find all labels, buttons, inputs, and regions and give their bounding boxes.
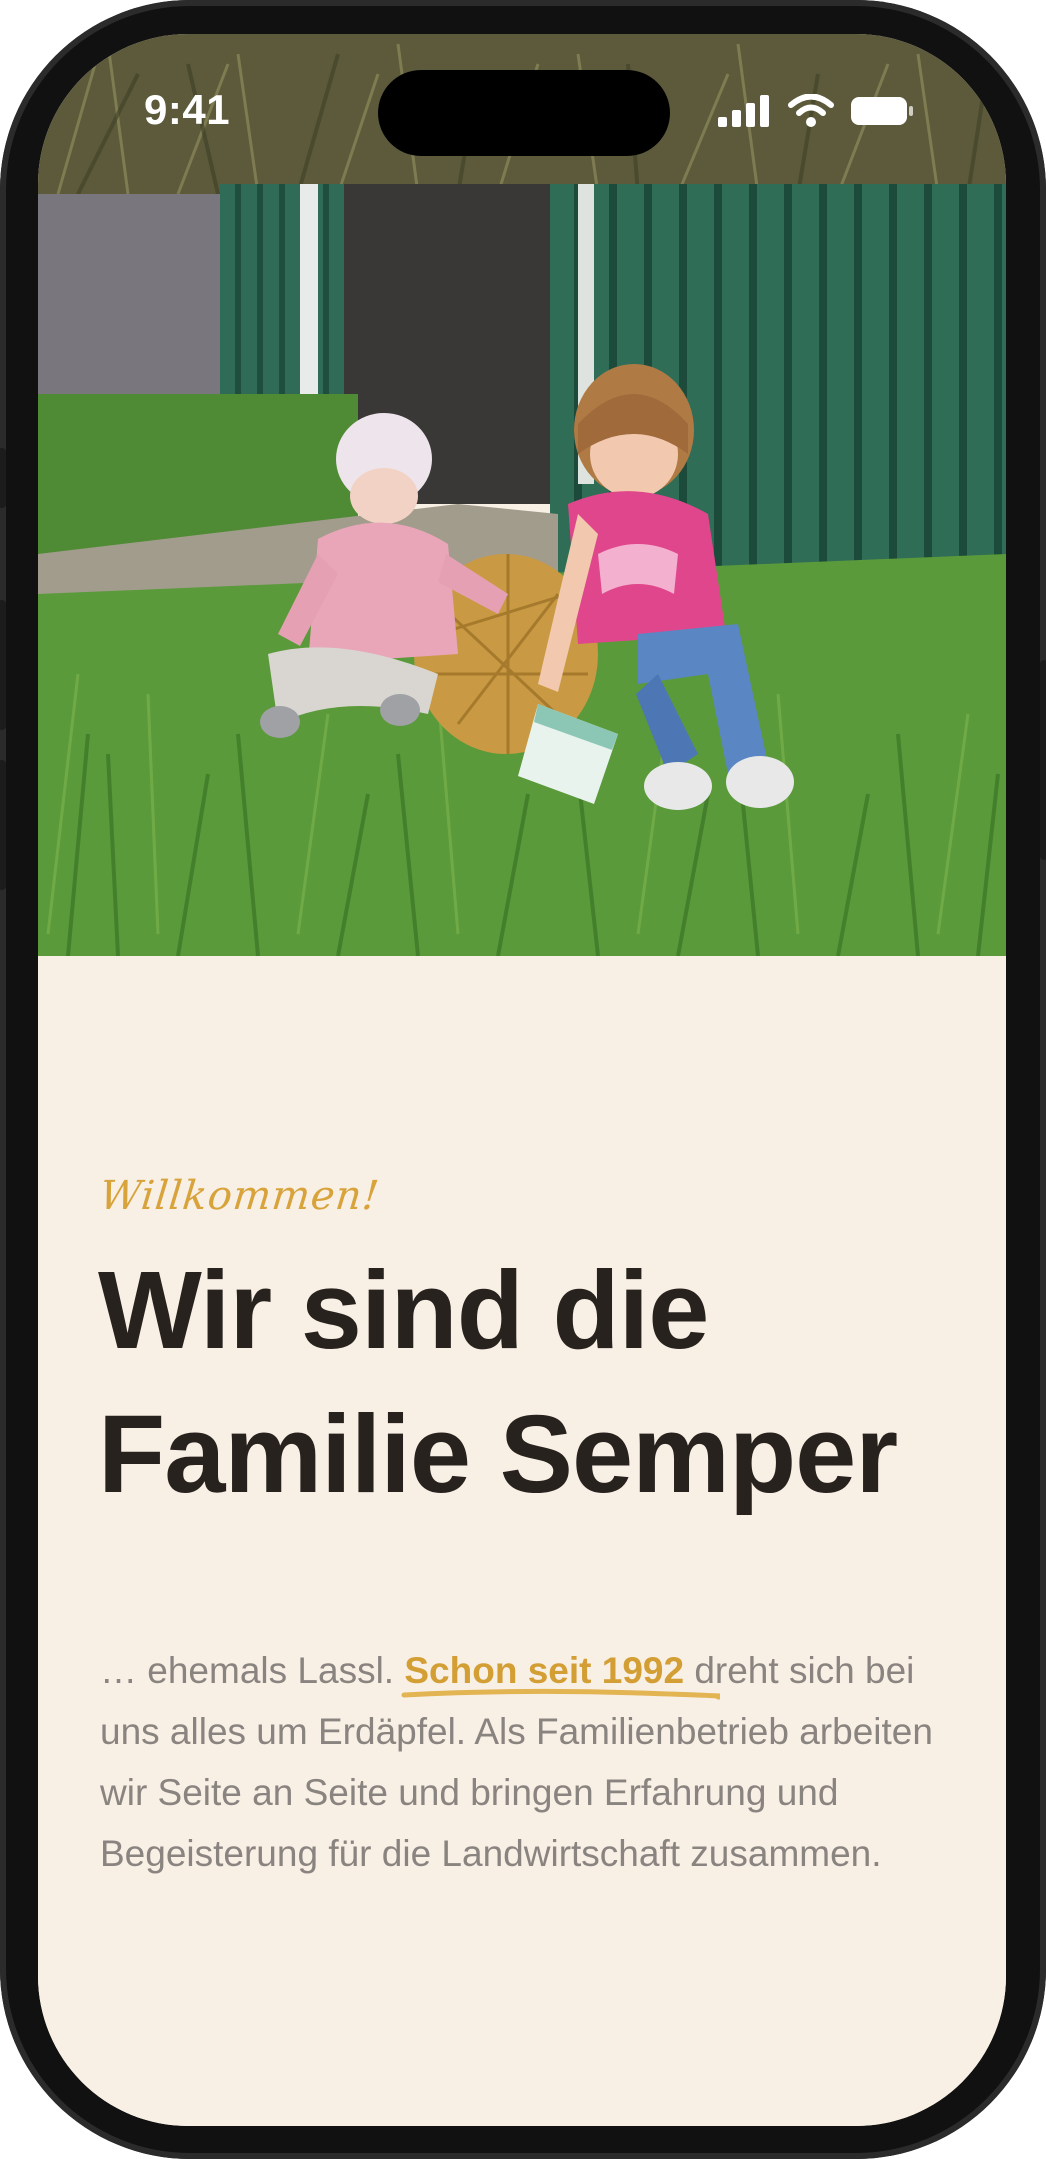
volume-down-button (0, 760, 6, 890)
brush-underline (401, 1688, 721, 1700)
phone-frame: 9:41 Willkommen! Wir sind die Familie Se… (0, 0, 1046, 2159)
cellular-signal-icon (718, 95, 772, 132)
intro-text-start: … ehemals Lassl. (100, 1650, 405, 1691)
status-bar: 9:41 (38, 34, 1006, 194)
volume-up-button (0, 600, 6, 730)
side-button (0, 448, 6, 508)
intro-paragraph: … ehemals Lassl. Schon seit 1992 dreht s… (100, 1640, 956, 1884)
dynamic-island (378, 70, 670, 156)
power-button (1040, 660, 1046, 860)
welcome-section: Willkommen! Wir sind die Familie Semper … (38, 956, 1006, 2126)
wifi-icon (788, 93, 834, 133)
status-time: 9:41 (144, 86, 231, 133)
screen: 9:41 Willkommen! Wir sind die Familie Se… (38, 34, 1006, 2126)
welcome-eyebrow: Willkommen! (97, 1173, 382, 1219)
status-icons (718, 93, 914, 133)
battery-icon (850, 95, 914, 132)
since-1992-highlight: Schon seit 1992 (401, 1650, 721, 1700)
page-title: Wir sind die Familie Semper (98, 1249, 898, 1516)
